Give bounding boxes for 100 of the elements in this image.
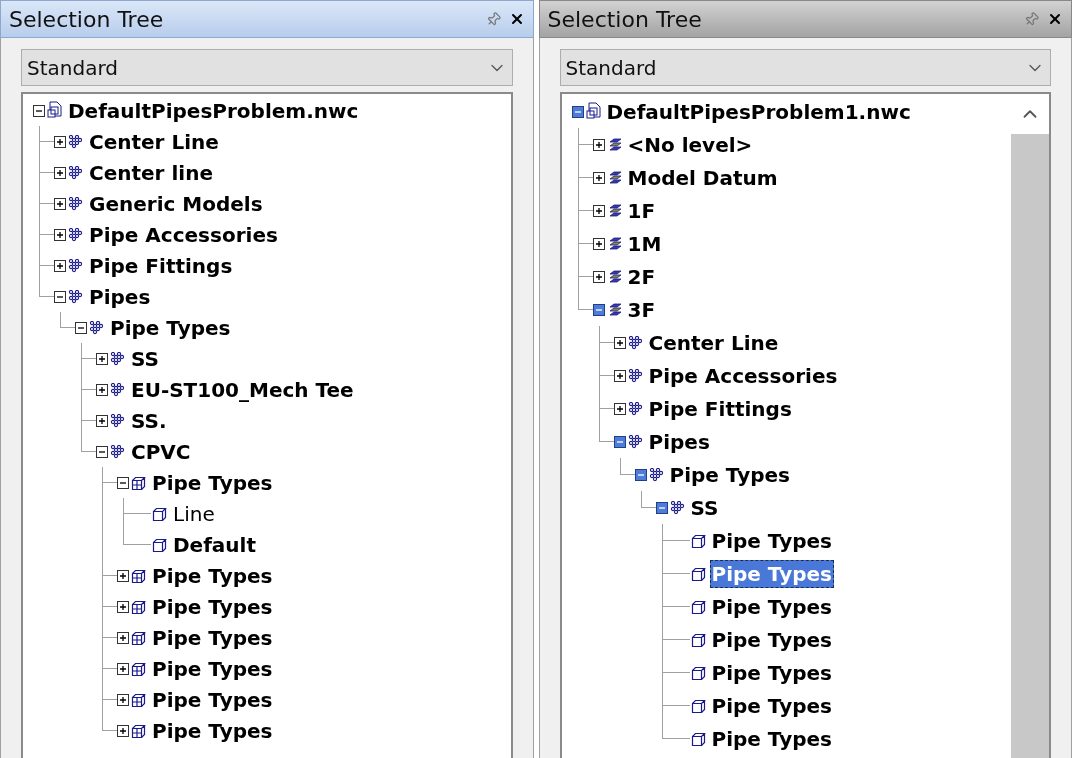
close-icon[interactable] xyxy=(1047,11,1063,27)
tree-node-label[interactable]: Pipe Types xyxy=(709,526,834,555)
tree-node-label[interactable]: Pipe Types xyxy=(108,313,233,342)
tree-node-label[interactable]: Pipe Types xyxy=(150,561,275,590)
tree-node-label[interactable]: Model Datum xyxy=(625,163,780,192)
plus-icon xyxy=(119,633,127,642)
expand-toggle[interactable] xyxy=(54,228,66,241)
expand-toggle[interactable] xyxy=(117,724,129,737)
tree-node-label[interactable]: 3F xyxy=(625,295,658,324)
tree-node-label[interactable]: Pipe Fittings xyxy=(87,251,235,280)
tree-node-label[interactable]: 1M xyxy=(625,229,664,258)
expand-toggle[interactable] xyxy=(592,303,605,316)
tree-node-label[interactable]: EU-ST100_Mech Tee xyxy=(129,375,356,404)
tree-node-label[interactable]: Pipe Types xyxy=(709,559,834,588)
tree-node-label[interactable]: SS xyxy=(688,493,721,522)
expand-toggle[interactable] xyxy=(592,270,605,283)
expand-toggle[interactable] xyxy=(54,259,66,272)
expand-toggle[interactable] xyxy=(54,135,66,148)
tree-node-label[interactable]: Pipe Accessories xyxy=(646,361,840,390)
expand-toggle[interactable] xyxy=(117,476,129,489)
expand-toggle[interactable] xyxy=(54,166,66,179)
tree-node-label[interactable]: Pipe Types xyxy=(150,623,275,652)
tree-node-label[interactable]: Pipe Types xyxy=(150,468,275,497)
grid-cube-icon xyxy=(131,599,147,615)
dots-icon xyxy=(68,197,84,211)
cube-icon xyxy=(152,537,168,553)
expand-toggle[interactable] xyxy=(54,197,66,210)
expand-toggle[interactable] xyxy=(592,138,605,151)
cube-icon xyxy=(690,731,707,747)
tree-node-label[interactable]: <No level> xyxy=(625,130,755,159)
expand-toggle[interactable] xyxy=(571,105,584,118)
tree-node-label[interactable]: Pipe Fittings xyxy=(646,394,794,423)
tree-node-label[interactable]: Generic Models xyxy=(87,189,265,218)
tree-node-label[interactable]: Default xyxy=(171,530,259,559)
expand-toggle[interactable] xyxy=(117,569,129,582)
tree-node-label[interactable]: Pipe Types xyxy=(150,592,275,621)
dots-icon xyxy=(110,445,126,459)
dots-icon xyxy=(110,352,126,366)
expand-toggle[interactable] xyxy=(117,662,129,675)
tree-node-label[interactable]: 1F xyxy=(625,196,658,225)
expand-toggle[interactable] xyxy=(117,693,129,706)
cube-icon xyxy=(690,599,707,615)
tree-node-label[interactable]: Pipe Types xyxy=(709,691,834,720)
expand-toggle[interactable] xyxy=(96,352,108,365)
expand-toggle[interactable] xyxy=(33,104,45,117)
tree-node-label[interactable]: SS xyxy=(129,344,161,373)
tree-node-label[interactable]: Pipes xyxy=(87,282,153,311)
tree-node-label[interactable]: Pipe Types xyxy=(667,460,792,489)
plus-icon xyxy=(56,168,64,177)
plus-icon xyxy=(56,230,64,239)
tree-node-label[interactable]: Center line xyxy=(87,158,215,187)
tree-node-label[interactable]: Pipe Types xyxy=(709,724,834,753)
tree-node-label[interactable]: Pipe Types xyxy=(709,625,834,654)
grid-cube-icon xyxy=(131,661,147,677)
expand-toggle[interactable] xyxy=(592,237,605,250)
plus-icon xyxy=(98,354,106,363)
expand-toggle[interactable] xyxy=(117,631,129,644)
dots-icon xyxy=(110,414,126,428)
tree-node-label[interactable]: SS. xyxy=(129,406,169,435)
expand-toggle[interactable] xyxy=(613,369,626,382)
tree-node-label[interactable]: Pipe Types xyxy=(150,685,275,714)
expand-toggle[interactable] xyxy=(96,383,108,396)
plus-icon xyxy=(594,206,603,215)
expand-toggle[interactable] xyxy=(117,600,129,613)
dots-icon xyxy=(68,135,84,149)
tree-node-label[interactable]: CPVC xyxy=(129,437,193,466)
cube-icon xyxy=(690,533,707,549)
cube-icon xyxy=(152,506,168,522)
tree-node-label[interactable]: Center Line xyxy=(87,127,221,156)
expand-toggle[interactable] xyxy=(75,321,87,334)
tree-node-label[interactable]: Center Line xyxy=(646,328,781,357)
expand-toggle[interactable] xyxy=(613,435,626,448)
cube-icon xyxy=(690,698,707,714)
grid-cube-icon xyxy=(131,692,147,708)
expand-toggle[interactable] xyxy=(54,290,66,303)
tree-node-label[interactable]: Pipe Types xyxy=(150,716,275,745)
view-dropdown[interactable]: Standard xyxy=(559,49,1051,86)
view-dropdown[interactable]: Standard xyxy=(21,49,513,86)
plus-icon xyxy=(119,571,127,580)
tree-node-label[interactable]: Pipe Types xyxy=(709,592,834,621)
expand-toggle[interactable] xyxy=(613,402,626,415)
tree-node-label[interactable]: 2F xyxy=(625,262,658,291)
tree-node-label[interactable]: Pipe Types xyxy=(709,658,834,687)
expand-toggle[interactable] xyxy=(592,171,605,184)
dots-icon xyxy=(648,468,665,482)
cube-icon xyxy=(690,665,707,681)
expand-toggle[interactable] xyxy=(96,414,108,427)
expand-toggle[interactable] xyxy=(592,204,605,217)
tree-node-label[interactable]: DefaultPipesProblem.nwc xyxy=(66,96,361,125)
plus-icon xyxy=(594,239,603,248)
expand-toggle[interactable] xyxy=(96,445,108,458)
dots-icon xyxy=(89,321,105,335)
tree-node-label[interactable]: DefaultPipesProblem1.nwc xyxy=(604,97,913,126)
expand-toggle[interactable] xyxy=(613,336,626,349)
tree-node-label[interactable]: Pipe Types xyxy=(150,654,275,683)
tree-node-label[interactable]: Pipe Accessories xyxy=(87,220,280,249)
tree-node-label[interactable]: Pipes xyxy=(646,427,712,456)
expand-toggle[interactable] xyxy=(634,468,647,481)
expand-toggle[interactable] xyxy=(655,501,668,514)
tree-node-label[interactable]: Line xyxy=(171,499,217,528)
